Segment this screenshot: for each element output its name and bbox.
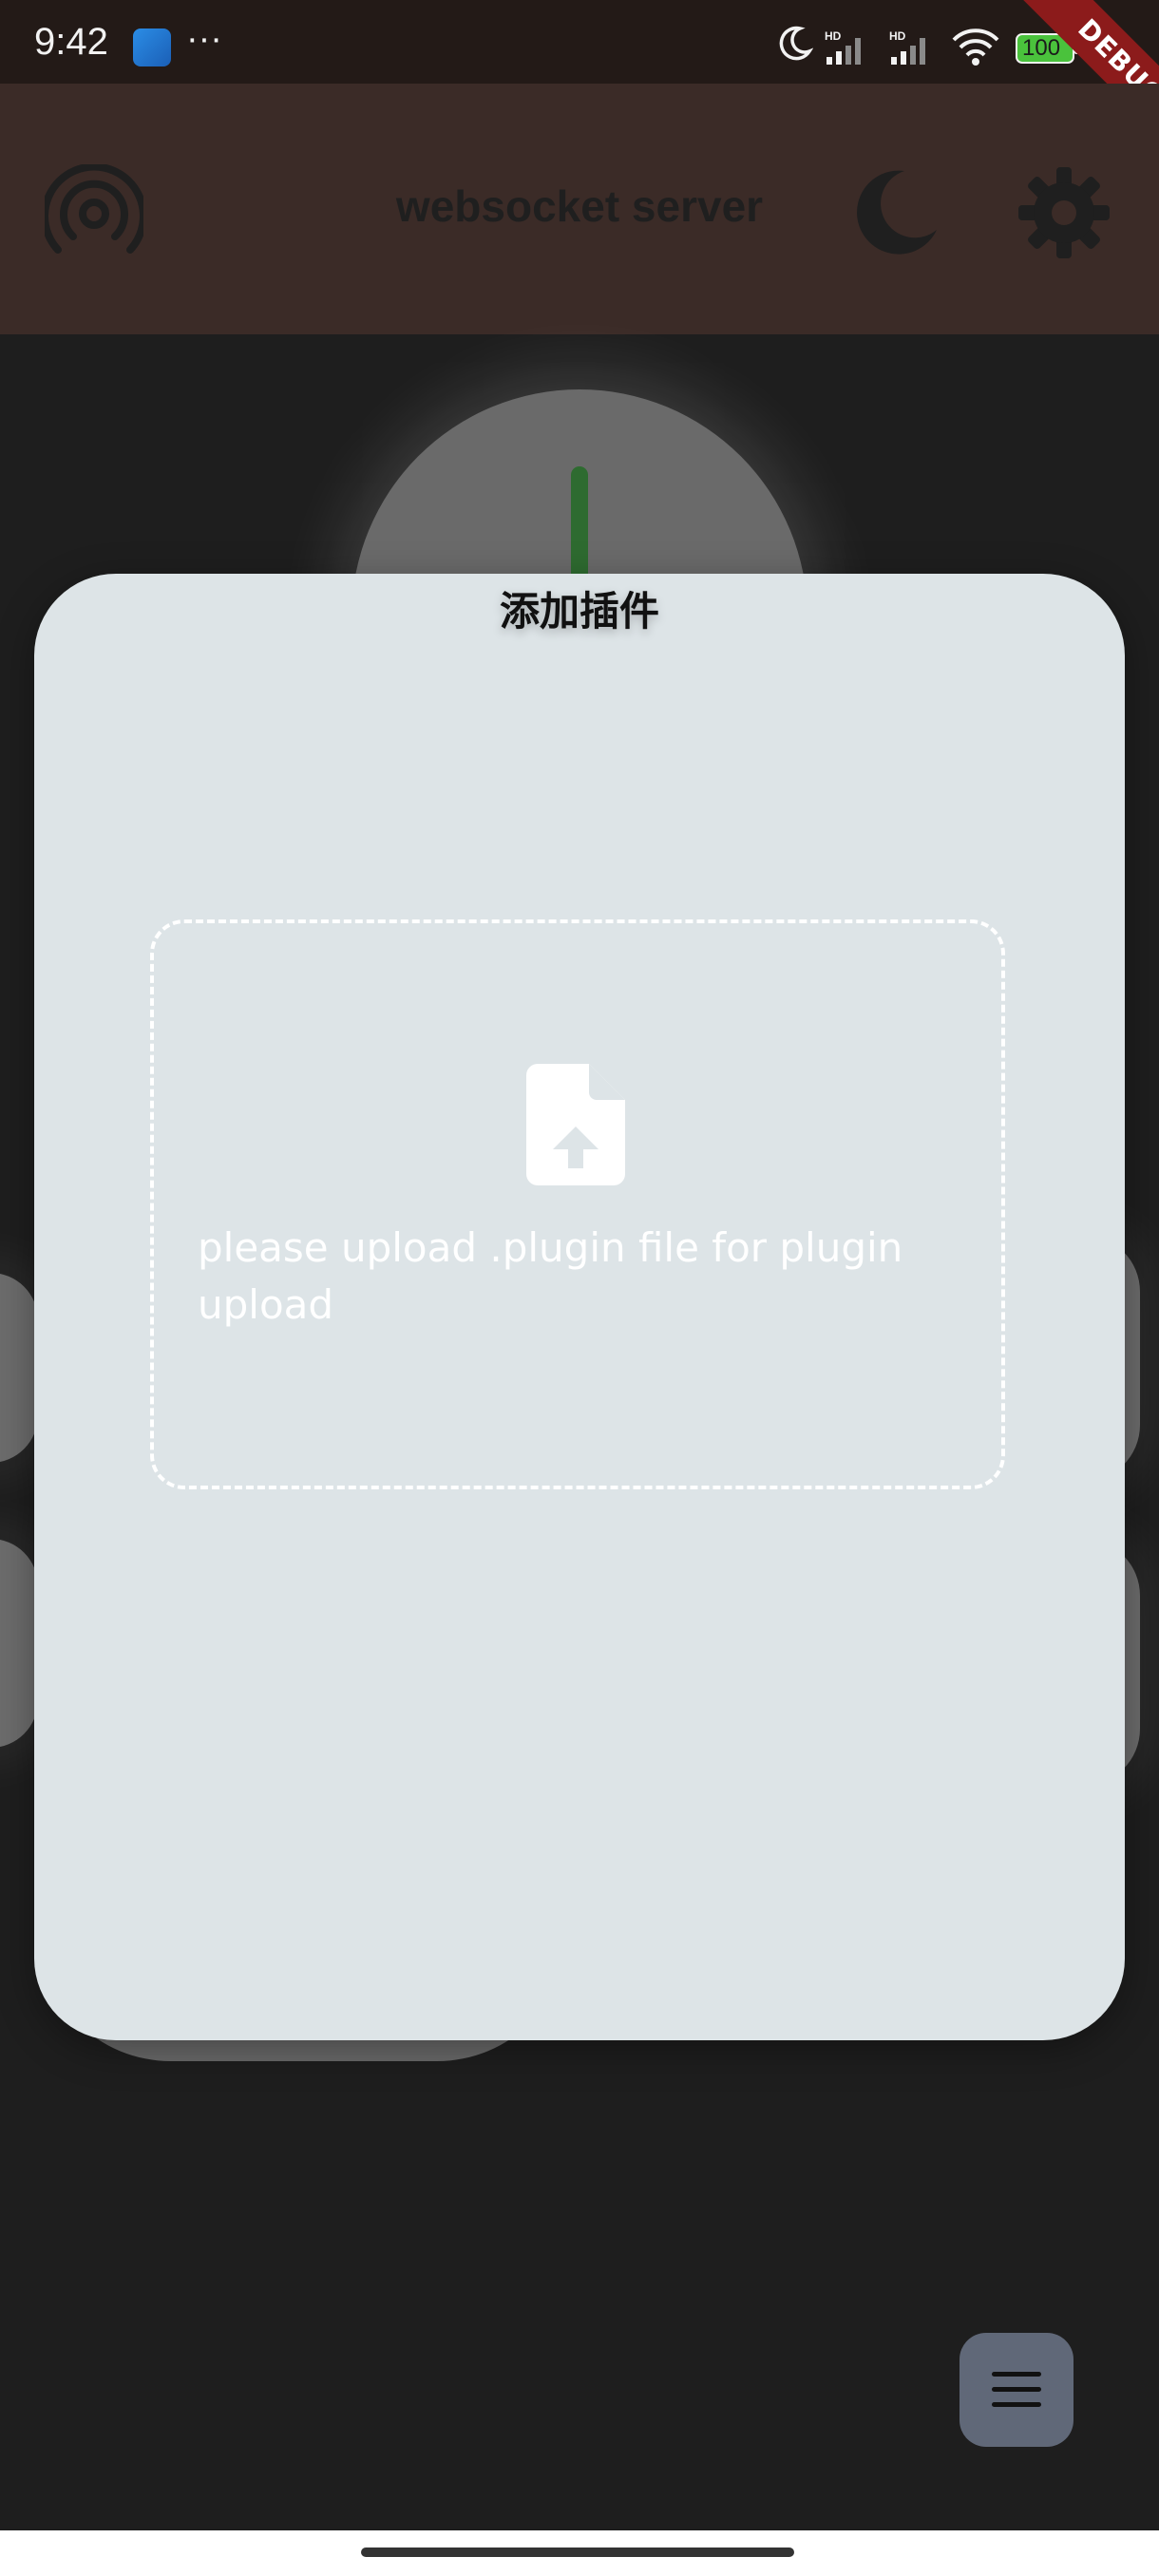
status-time: 9:42: [34, 21, 108, 63]
file-upload-icon: [526, 1064, 625, 1185]
moon-icon: [857, 170, 937, 255]
signal-hd-icon: HD: [825, 29, 861, 65]
signal-hd-icon: HD: [889, 29, 925, 65]
broadcast-icon: [45, 164, 143, 254]
add-plugin-dialog: 添加插件 please upload .plugin file for plug…: [34, 574, 1125, 2040]
home-indicator[interactable]: [361, 2548, 794, 2557]
menu-button[interactable]: [960, 2333, 1074, 2447]
app-title: websocket server: [395, 181, 764, 231]
dialog-title: 添加插件: [499, 588, 659, 635]
background-card: [0, 1539, 38, 1748]
gear-icon: [1018, 167, 1110, 258]
battery-level: 100: [1022, 35, 1061, 61]
background-card: [0, 1273, 38, 1463]
status-more-indicator: ···: [186, 19, 222, 59]
broadcast-button[interactable]: [42, 161, 146, 266]
svg-text:HD: HD: [825, 29, 842, 43]
app-icon: [133, 28, 171, 66]
svg-text:HD: HD: [889, 29, 906, 43]
upload-instructions: please upload .plugin file for plugin up…: [198, 1224, 903, 1328]
wifi-icon: [952, 28, 999, 66]
theme-toggle-button[interactable]: [836, 156, 950, 270]
menu-icon: [992, 2372, 1041, 2407]
moon-icon: [779, 26, 813, 61]
file-upload-dropzone[interactable]: please upload .plugin file for plugin up…: [150, 919, 1005, 1489]
settings-button[interactable]: [1007, 156, 1121, 270]
